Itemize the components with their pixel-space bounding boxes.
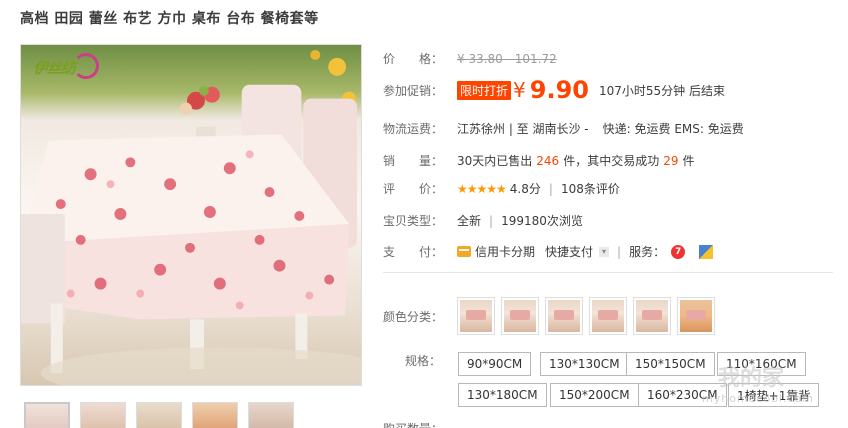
color-swatch-4[interactable] (589, 297, 627, 335)
payment-label: 支付： (383, 245, 443, 259)
thumbnail-1[interactable] (24, 402, 70, 428)
color-swatch-1[interactable] (457, 297, 495, 335)
color-swatches (457, 297, 715, 335)
color-swatch-3[interactable] (545, 297, 583, 335)
color-swatch-5[interactable] (633, 297, 671, 335)
guarantee-icon[interactable] (699, 244, 714, 259)
type-row: 宝贝类型： 全新 | 199180次浏览 (383, 212, 583, 229)
sales-middle: 件，其中交易成功 (563, 154, 660, 168)
watermark-logo: 我的家 myhomecool.com (650, 358, 840, 418)
condition-value: 全新 (457, 214, 482, 228)
seven-day-return-icon[interactable]: 7 (671, 244, 686, 259)
thumbnail-5[interactable] (248, 402, 294, 428)
size-label: 规格： (404, 354, 441, 368)
type-label: 宝贝类型： (383, 214, 444, 228)
promo-row: 参加促销： 限时打折 ¥ 9.90 107小时55分钟 后结束 (383, 76, 725, 104)
separator: | (617, 244, 622, 259)
quick-pay[interactable]: 快捷支付 (545, 243, 593, 260)
color-label: 颜色分类： (383, 309, 444, 324)
original-price: ¥ 33.80 - 101.72 (457, 51, 557, 66)
rating-score: 4.8分 (509, 182, 541, 196)
shipping-route[interactable]: 江苏徐州 | 至 湖南长沙 - (457, 120, 589, 137)
sales-prefix: 30天内已售出 (457, 154, 533, 168)
credit-card-icon (457, 246, 471, 257)
review-count[interactable]: 108条评价 (561, 180, 620, 197)
promo-label: 参加促销： (383, 83, 444, 98)
size-option-130x130[interactable]: 130*130CM (540, 352, 629, 376)
shipping-express: 快递: 免运费 EMS: 免运费 (602, 122, 744, 136)
logo-swirl-icon (73, 53, 99, 79)
separator: | (548, 181, 553, 196)
main-product-image[interactable]: 伊丝纺 YISLOP (20, 44, 362, 386)
dropdown-arrow-icon[interactable]: ▾ (599, 246, 610, 257)
divider (383, 272, 833, 273)
shipping-label: 物流运费： (383, 122, 444, 136)
thumbnail-2[interactable] (80, 402, 126, 428)
product-title: 高档 田园 蕾丝 布艺 方巾 桌布 台布 餐椅套等 (20, 11, 319, 27)
credit-installment[interactable]: 信用卡分期 (475, 243, 535, 260)
rating-stars-icon: ★★★★★ (457, 181, 507, 196)
size-option-90x90[interactable]: 90*90CM (458, 352, 532, 376)
promo-price: 9.90 (529, 76, 589, 104)
rating-row: 评价： ★★★★★ 4.8分 | 108条评价 (383, 180, 620, 197)
size-option-130x180[interactable]: 130*180CM (458, 383, 547, 407)
countdown-text: 107小时55分钟 后结束 (598, 83, 725, 98)
logo-text: 伊丝纺 (33, 59, 76, 77)
promo-tag: 限时打折 (457, 80, 512, 100)
sales-suffix: 件 (682, 154, 695, 168)
brand-logo: 伊丝纺 YISLOP (25, 53, 99, 89)
success-count: 29 (663, 153, 679, 168)
quantity-row: 购买数量： (383, 420, 457, 428)
separator: | (489, 213, 494, 228)
price-row: 价格： ¥ 33.80 - 101.72 (383, 50, 557, 67)
thumbnail-3[interactable] (136, 402, 182, 428)
sales-row: 销量： 30天内已售出 246 件，其中交易成功 29 件 (383, 152, 695, 169)
watermark-text: 我的家 (718, 366, 785, 391)
thumbnail-strip (24, 402, 294, 428)
price-label: 价格： (383, 52, 443, 66)
quantity-label: 购买数量： (383, 420, 457, 428)
watermark-sub: myhomecool.com (702, 392, 814, 405)
thumbnail-4[interactable] (192, 402, 238, 428)
sales-label: 销量： (383, 154, 443, 168)
color-row: 颜色分类： (383, 297, 715, 335)
size-option-150x200[interactable]: 150*200CM (550, 383, 639, 407)
price-symbol: ¥ (513, 78, 526, 102)
service-label: 服务： (629, 245, 666, 259)
logo-sub: YISLOP (37, 77, 74, 85)
rating-label: 评价： (383, 182, 443, 196)
payment-row: 支付： 信用卡分期 快捷支付 ▾ | 服务： 7 (383, 243, 714, 260)
size-label-row: 规格： (383, 352, 457, 369)
color-swatch-6[interactable] (677, 297, 715, 335)
color-swatch-2[interactable] (501, 297, 539, 335)
sold-count: 246 (536, 153, 560, 168)
shipping-row: 物流运费： 江苏徐州 | 至 湖南长沙 - 快递: 免运费 EMS: 免运费 (383, 120, 744, 137)
tablecloth-illustration (21, 49, 361, 385)
view-count: 199180次浏览 (501, 214, 583, 228)
